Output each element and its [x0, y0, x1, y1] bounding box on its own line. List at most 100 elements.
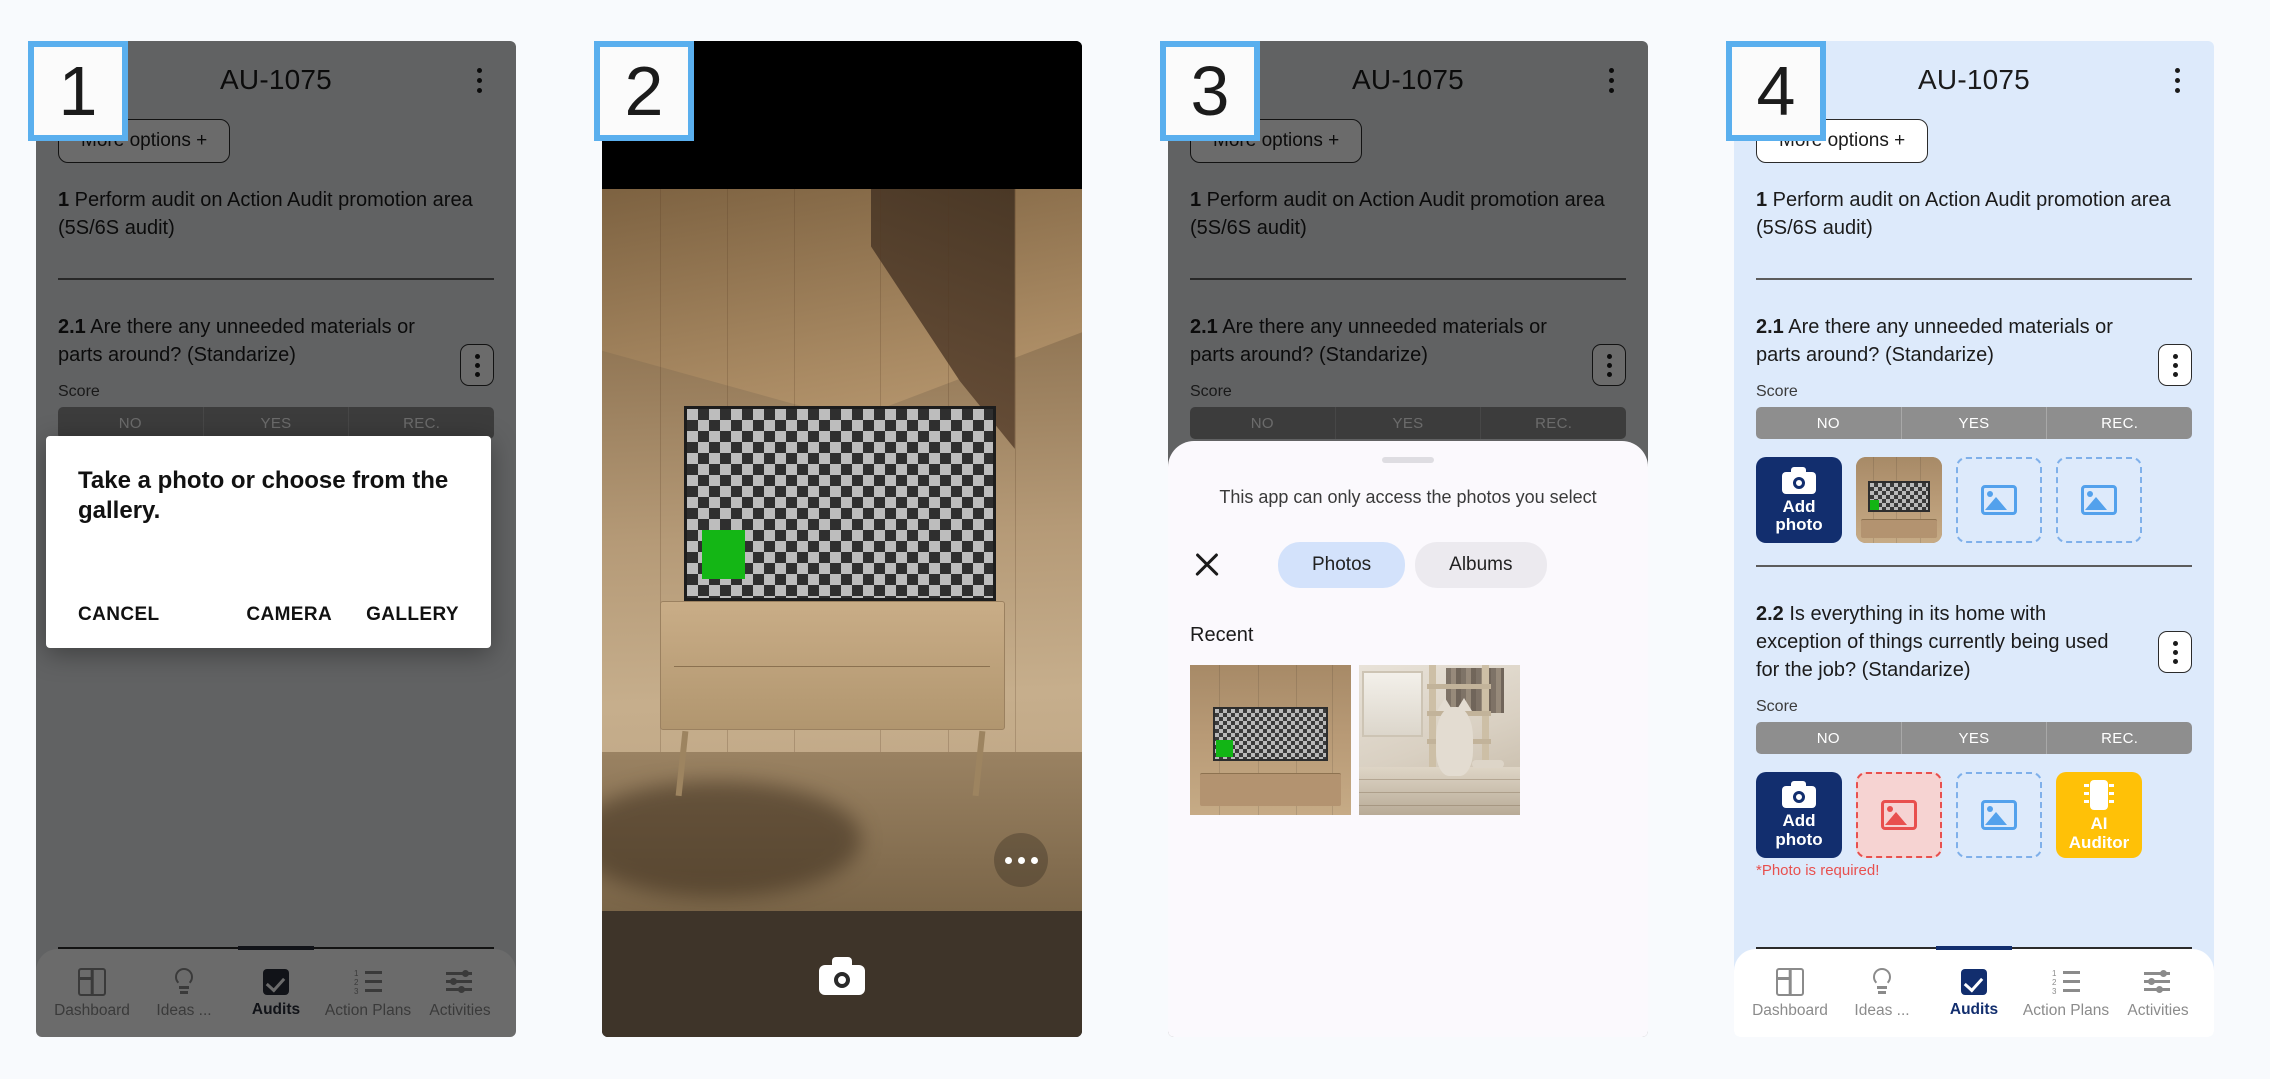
question-2-1-kebab-icon[interactable]: [2158, 344, 2192, 387]
more-dots-icon[interactable]: [994, 833, 1048, 887]
audit-form-screen-4: AU-1075 More options + 1 Perform audit o…: [1734, 41, 2214, 1037]
nav-divider: [1756, 946, 2192, 950]
image-placeholder-icon: [2081, 485, 2117, 516]
question-2-1-text: Are there any unneeded materials or part…: [1756, 316, 2113, 366]
page-title: AU-1075: [1918, 64, 2030, 95]
sidebar-item-dashboard[interactable]: Dashboard: [46, 968, 138, 1020]
score-option-yes[interactable]: YES: [204, 407, 350, 440]
sidebar-item-activities[interactable]: Activities: [414, 968, 506, 1020]
question-2-2-kebab-icon[interactable]: [2158, 631, 2192, 674]
question-2-1-number: 2.1: [1756, 316, 1784, 339]
question-2-2-text-wrap: 2.2 Is everything in its home with excep…: [1756, 601, 2192, 684]
tab-albums[interactable]: Albums: [1415, 542, 1547, 588]
score-segmented-2-1[interactable]: NO YES REC.: [58, 407, 494, 440]
photo-slot-required[interactable]: [1856, 772, 1942, 859]
question-2-1-text-wrap: 2.1 Are there any unneeded materials or …: [58, 314, 494, 369]
attached-photo-thumbnail[interactable]: [1856, 457, 1942, 544]
score-option-no[interactable]: NO: [1756, 722, 1902, 755]
sidebar-item-ideas[interactable]: Ideas ...: [138, 968, 230, 1020]
page-title: AU-1075: [1352, 64, 1464, 95]
score-option-yes[interactable]: YES: [1336, 407, 1482, 440]
sidebar-item-activities[interactable]: Activities: [2112, 968, 2204, 1020]
kebab-menu-icon[interactable]: [464, 63, 494, 97]
tab-photos[interactable]: Photos: [1278, 542, 1406, 588]
photo-slot-empty-1[interactable]: [1956, 457, 2042, 544]
score-option-yes[interactable]: YES: [1902, 722, 2048, 755]
camera-button[interactable]: CAMERA: [246, 604, 332, 626]
thumbnail-cat-room[interactable]: [1359, 665, 1520, 815]
score-option-rec[interactable]: REC.: [2047, 722, 2192, 754]
camera-icon: [1782, 781, 1816, 809]
nav-label-action-plans: Action Plans: [2022, 1002, 2110, 1019]
camera-icon: [1782, 466, 1816, 494]
add-photo-label: Addphoto: [1775, 811, 1823, 849]
score-segmented-2-1[interactable]: NO YES REC.: [1756, 407, 2192, 440]
photo-slot-empty-1[interactable]: [1956, 772, 2042, 859]
ai-auditor-label: AIAuditor: [2068, 814, 2130, 852]
bottom-navigation: Dashboard Ideas ... Audits 123 Action Pl…: [36, 949, 516, 1037]
panel-step-2: [602, 41, 1082, 1037]
sidebar-item-audits[interactable]: Audits: [230, 969, 322, 1019]
nav-label-dashboard: Dashboard: [1752, 1002, 1828, 1019]
nav-label-ideas: Ideas ...: [156, 1002, 212, 1019]
question-2-1-number: 2.1: [58, 316, 86, 339]
score-option-rec[interactable]: REC.: [2047, 407, 2192, 439]
add-photo-button[interactable]: Addphoto: [1756, 457, 1842, 544]
photo-picker-sheet: This app can only access the photos you …: [1168, 441, 1648, 1037]
question-2-1-kebab-icon[interactable]: [460, 344, 494, 387]
add-photo-label: Addphoto: [1775, 496, 1823, 534]
nav-label-audits: Audits: [1949, 1001, 1999, 1018]
question-main-number: 1: [1190, 189, 1202, 211]
score-option-no[interactable]: NO: [58, 407, 204, 440]
question-2-2: 2.2 Is everything in its home with excep…: [1756, 567, 2192, 879]
photo-row-2-2: Add photo AI Auditor: [1756, 772, 2192, 859]
nav-label-action-plans: Action Plans: [324, 1002, 412, 1019]
score-option-rec[interactable]: REC.: [349, 407, 494, 439]
question-main-text: Perform audit on Action Audit promotion …: [1190, 189, 1605, 239]
lightbulb-icon: [170, 968, 198, 996]
question-main-number: 1: [58, 189, 70, 211]
question-2-2-number: 2.2: [1756, 603, 1784, 626]
score-segmented-2-1[interactable]: NO YES REC.: [1190, 407, 1626, 440]
score-segmented-2-2[interactable]: NO YES REC.: [1756, 722, 2192, 755]
question-main: 1 Perform audit on Action Audit promotio…: [58, 187, 494, 242]
sidebar-item-ideas[interactable]: Ideas ...: [1836, 968, 1928, 1020]
picker-header: Photos Albums: [1190, 540, 1626, 590]
image-placeholder-icon: [1981, 485, 2017, 516]
nav-label-ideas: Ideas ...: [1854, 1002, 1910, 1019]
sidebar-item-action-plans[interactable]: 123 Action Plans: [2020, 968, 2112, 1020]
kebab-menu-icon[interactable]: [2162, 63, 2192, 97]
image-placeholder-icon: [1881, 800, 1917, 831]
picker-notice: This app can only access the photos you …: [1219, 487, 1597, 507]
score-option-yes[interactable]: YES: [1902, 407, 2048, 440]
question-main: 1 Perform audit on Action Audit promotio…: [1190, 187, 1626, 242]
question-2-1-kebab-icon[interactable]: [1592, 344, 1626, 387]
kebab-menu-icon[interactable]: [1596, 63, 1626, 97]
question-2-1-text: Are there any unneeded materials or part…: [58, 316, 415, 366]
sidebar-item-action-plans[interactable]: 123 Action Plans: [322, 968, 414, 1020]
question-main-number: 1: [1756, 189, 1768, 211]
question-2-1-text-wrap: 2.1 Are there any unneeded materials or …: [1190, 314, 1626, 369]
sheet-grabber[interactable]: [1382, 457, 1434, 463]
photo-required-note: *Photo is required!: [1756, 862, 1880, 880]
numbered-list-icon: 123: [354, 968, 382, 996]
dialog-message: Take a photo or choose from the gallery.: [78, 467, 449, 525]
question-2-1-text: Are there any unneeded materials or part…: [1190, 316, 1547, 366]
score-option-no[interactable]: NO: [1190, 407, 1336, 440]
score-option-rec[interactable]: REC.: [1481, 407, 1626, 439]
add-photo-button[interactable]: Addphoto: [1756, 772, 1842, 859]
bottom-navigation: Dashboard Ideas ... Audits 123 Action Pl…: [1734, 949, 2214, 1037]
sidebar-item-dashboard[interactable]: Dashboard: [1744, 968, 1836, 1020]
camera-shutter-button[interactable]: [819, 957, 865, 995]
gallery-button[interactable]: GALLERY: [366, 604, 459, 626]
close-x-icon[interactable]: [1190, 548, 1224, 582]
tv-in-frame: [683, 405, 996, 601]
score-option-no[interactable]: NO: [1756, 407, 1902, 440]
score-label-2-1: Score: [58, 383, 100, 401]
cancel-button[interactable]: CANCEL: [78, 604, 160, 626]
thumbnail-tv-checkerboard[interactable]: [1190, 665, 1351, 815]
ai-auditor-button[interactable]: AIAuditor: [2056, 772, 2142, 859]
sidebar-item-audits[interactable]: Audits: [1928, 969, 2020, 1019]
photo-slot-empty-2[interactable]: [2056, 457, 2142, 544]
step-badge-3: 3: [1160, 41, 1260, 141]
